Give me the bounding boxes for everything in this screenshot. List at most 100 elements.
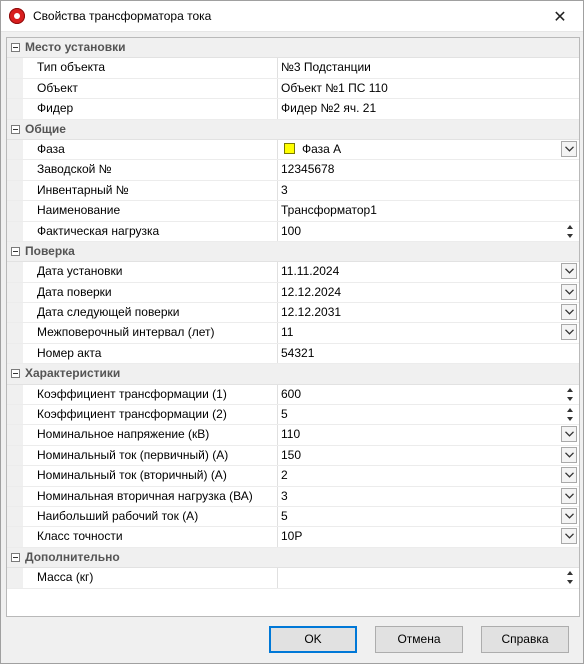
dropdown-button[interactable] — [561, 487, 577, 504]
property-value[interactable]: 5 — [278, 405, 579, 424]
spin-buttons[interactable] — [565, 407, 575, 422]
property-value-text: 150 — [281, 447, 302, 462]
spin-up-icon[interactable] — [567, 387, 573, 392]
property-value[interactable]: 3 — [278, 181, 579, 200]
chevron-down-icon — [564, 268, 574, 275]
property-row[interactable]: Номинальный ток (первичный) (А) 150 — [7, 445, 579, 467]
category-row[interactable]: Общие — [7, 119, 579, 140]
property-name: Масса (кг) — [23, 568, 278, 588]
collapse-icon[interactable] — [7, 38, 23, 57]
collapse-icon[interactable] — [7, 242, 23, 261]
spin-buttons[interactable] — [565, 570, 575, 585]
spin-up-icon[interactable] — [567, 571, 573, 576]
dropdown-button[interactable] — [561, 507, 577, 524]
property-value[interactable]: 10Р — [278, 527, 579, 546]
dropdown-button[interactable] — [561, 426, 577, 443]
property-value-text: №3 Подстанции — [281, 60, 371, 75]
property-row[interactable]: Коэффициент трансформации (1) 600 — [7, 384, 579, 406]
property-row[interactable]: Тип объекта №3 Подстанции — [7, 58, 579, 79]
property-value[interactable]: Объект №1 ПС 110 — [278, 79, 579, 98]
category-row[interactable]: Место установки — [7, 38, 579, 59]
property-value[interactable]: 11.11.2024 — [278, 262, 579, 281]
property-row[interactable]: Фаза Фаза А — [7, 139, 579, 161]
property-value-text: 12.12.2024 — [281, 284, 342, 299]
property-row[interactable]: Дата установки 11.11.2024 — [7, 262, 579, 283]
property-row[interactable]: Дата следующей поверки 12.12.2031 — [7, 303, 579, 324]
property-value[interactable]: 5 — [278, 507, 579, 526]
collapse-icon[interactable] — [7, 548, 23, 567]
property-row[interactable]: Класс точности 10Р — [7, 527, 579, 548]
property-value-text: Фаза А — [302, 141, 342, 156]
property-row[interactable]: Номер акта 54321 — [7, 343, 579, 365]
dropdown-button[interactable] — [561, 528, 577, 545]
row-gutter — [7, 262, 23, 282]
dropdown-button[interactable] — [561, 304, 577, 321]
property-value[interactable]: Фаза А — [278, 140, 579, 159]
property-row[interactable]: Коэффициент трансформации (2) 5 — [7, 405, 579, 426]
dropdown-button[interactable] — [561, 324, 577, 341]
property-value[interactable]: Трансформатор1 — [278, 201, 579, 220]
category-row[interactable]: Характеристики — [7, 364, 579, 385]
row-gutter — [7, 78, 23, 99]
close-button[interactable]: ✕ — [537, 1, 583, 32]
property-row[interactable]: Дата поверки 12.12.2024 — [7, 282, 579, 304]
dropdown-button[interactable] — [561, 467, 577, 484]
property-value[interactable] — [278, 568, 579, 587]
chevron-down-icon — [564, 513, 574, 519]
dropdown-button[interactable] — [561, 140, 577, 157]
spin-buttons[interactable] — [565, 387, 575, 402]
property-row[interactable]: Номинальное напряжение (кВ) 110 — [7, 425, 579, 446]
property-row[interactable]: Наименование Трансформатор1 — [7, 201, 579, 222]
collapse-icon[interactable] — [7, 120, 23, 139]
property-value[interactable]: 600 — [278, 385, 579, 404]
ok-button[interactable]: OK — [269, 626, 357, 653]
property-row[interactable]: Инвентарный № 3 — [7, 180, 579, 202]
property-value[interactable]: 3 — [278, 487, 579, 506]
property-row[interactable]: Заводской № 12345678 — [7, 160, 579, 181]
collapse-icon[interactable] — [7, 364, 23, 383]
property-row[interactable]: Межповерочный интервал (лет) 11 — [7, 323, 579, 344]
chevron-down-icon — [564, 492, 574, 499]
property-row[interactable]: Номинальная вторичная нагрузка (ВА) 3 — [7, 486, 579, 507]
property-value[interactable]: 2 — [278, 466, 579, 485]
spin-down-icon[interactable] — [567, 417, 573, 422]
property-value-text: 110 — [281, 427, 301, 442]
property-value[interactable]: 12345678 — [278, 160, 579, 179]
category-row[interactable]: Поверка — [7, 241, 579, 263]
property-value[interactable]: 12.12.2024 — [278, 283, 579, 302]
spin-up-icon[interactable] — [567, 224, 573, 229]
spin-buttons[interactable] — [565, 224, 575, 239]
property-row[interactable]: Фактическая нагрузка 100 — [7, 221, 579, 242]
property-value[interactable]: 100 — [278, 222, 579, 241]
dialog-window: Свойства трансформатора тока ✕ Место уст… — [0, 0, 584, 664]
property-value[interactable]: 11 — [278, 323, 579, 342]
category-row[interactable]: Дополнительно — [7, 547, 579, 569]
property-row[interactable]: Фидер Фидер №2 яч. 21 — [7, 99, 579, 120]
spin-up-icon[interactable] — [567, 408, 573, 413]
row-gutter — [7, 160, 23, 180]
help-button[interactable]: Справка — [481, 626, 569, 653]
property-value[interactable]: 150 — [278, 446, 579, 465]
row-gutter — [7, 384, 23, 405]
dropdown-button[interactable] — [561, 263, 577, 280]
property-row[interactable]: Объект Объект №1 ПС 110 — [7, 78, 579, 100]
cancel-button[interactable]: Отмена — [375, 626, 463, 653]
dropdown-button[interactable] — [561, 283, 577, 300]
property-row[interactable]: Номинальный ток (вторичный) (А) 2 — [7, 466, 579, 487]
property-value[interactable]: 12.12.2031 — [278, 303, 579, 322]
spin-down-icon[interactable] — [567, 580, 573, 585]
spin-down-icon[interactable] — [567, 233, 573, 238]
property-value[interactable]: 110 — [278, 425, 579, 444]
property-value[interactable]: №3 Подстанции — [278, 58, 579, 77]
property-value[interactable]: 54321 — [278, 344, 579, 363]
property-value-text: 10Р — [281, 529, 303, 544]
property-row[interactable]: Наибольший рабочий ток (А) 5 — [7, 506, 579, 528]
property-name: Наименование — [23, 201, 278, 221]
property-name: Фактическая нагрузка — [23, 221, 278, 241]
row-gutter — [7, 343, 23, 364]
property-value[interactable]: Фидер №2 яч. 21 — [278, 99, 579, 118]
dropdown-button[interactable] — [561, 446, 577, 463]
property-value-text: Объект №1 ПС 110 — [281, 80, 388, 95]
spin-down-icon[interactable] — [567, 396, 573, 401]
property-row[interactable]: Масса (кг) — [7, 568, 579, 589]
